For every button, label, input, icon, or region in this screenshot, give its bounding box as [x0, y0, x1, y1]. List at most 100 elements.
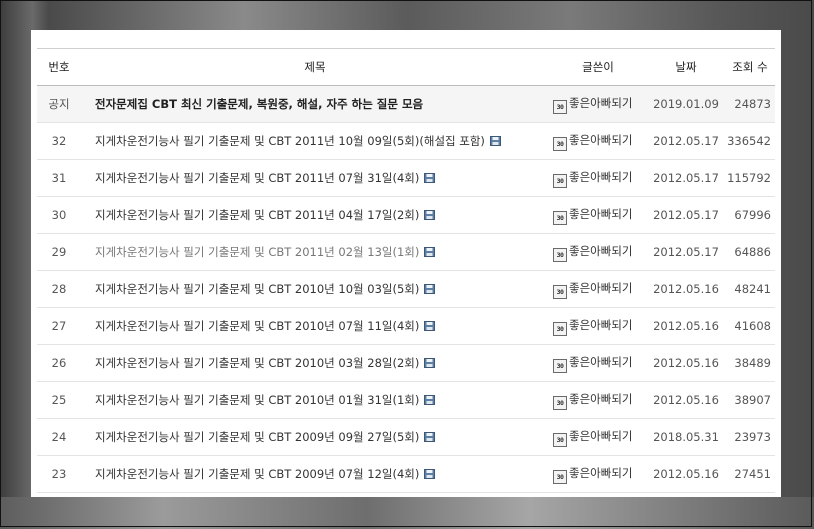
post-views: 25673	[725, 492, 775, 497]
header-date[interactable]: 날짜	[647, 48, 725, 86]
post-author[interactable]: 30좋은아빠되기	[549, 492, 647, 497]
notice-label: 공지	[37, 85, 81, 123]
post-num: 22	[37, 492, 81, 497]
floppy-disk-icon	[424, 432, 436, 442]
post-title-link[interactable]: 지게차운전기능사 필기 기출문제 및 CBT 2010년 07월 11일(4회)	[95, 319, 419, 333]
post-date: 2012.05.16	[647, 270, 725, 308]
notice-title-link[interactable]: 전자문제집 CBT 최신 기출문제, 복원중, 해설, 자주 하는 질문 모음	[95, 97, 423, 111]
post-title[interactable]: 지게차운전기능사 필기 기출문제 및 CBT 2010년 03월 28일(2회)	[81, 344, 549, 382]
table-row[interactable]: 31 지게차운전기능사 필기 기출문제 및 CBT 2011년 07월 31일(4…	[37, 159, 775, 197]
post-num: 30	[37, 196, 81, 234]
author-name[interactable]: 좋은아빠되기	[569, 207, 632, 221]
table-row[interactable]: 23 지게차운전기능사 필기 기출문제 및 CBT 2009년 07월 12일(4…	[37, 455, 775, 493]
post-author[interactable]: 30좋은아빠되기	[549, 307, 647, 345]
post-author[interactable]: 30좋은아빠되기	[549, 159, 647, 197]
post-title[interactable]: 지게차운전기능사 필기 기출문제 및 CBT 2010년 07월 11일(4회)	[81, 307, 549, 345]
table-row[interactable]: 25 지게차운전기능사 필기 기출문제 및 CBT 2010년 01월 31일(1…	[37, 381, 775, 419]
post-date: 2012.05.16	[647, 455, 725, 493]
post-title[interactable]: 지게차운전기능사 필기 기출문제 및 CBT 2011년 02월 13일(1회)	[81, 233, 549, 271]
table-row[interactable]: 28 지게차운전기능사 필기 기출문제 및 CBT 2010년 10월 03일(5…	[37, 270, 775, 308]
table-row[interactable]: 24 지게차운전기능사 필기 기출문제 및 CBT 2009년 09월 27일(5…	[37, 418, 775, 456]
post-author[interactable]: 30좋은아빠되기	[549, 270, 647, 308]
header-author: 글쓴이	[549, 48, 647, 86]
post-title-link[interactable]: 지게차운전기능사 필기 기출문제 및 CBT 2011년 10월 09일(5회)…	[95, 134, 485, 148]
table-row[interactable]: 30 지게차운전기능사 필기 기출문제 및 CBT 2011년 04월 17일(2…	[37, 196, 775, 234]
author-name[interactable]: 좋은아빠되기	[569, 133, 632, 147]
post-author[interactable]: 30좋은아빠되기	[549, 233, 647, 271]
post-title-link[interactable]: 지게차운전기능사 필기 기출문제 및 CBT 2010년 10월 03일(5회)	[95, 282, 419, 296]
header-title: 제목	[81, 48, 549, 86]
floppy-disk-icon	[424, 469, 436, 479]
post-num: 29	[37, 233, 81, 271]
header-views[interactable]: 조회 수	[725, 48, 775, 86]
post-title[interactable]: 지게차운전기능사 필기 기출문제 및 CBT 2009년 09월 27일(5회)	[81, 418, 549, 456]
table-row[interactable]: 29 지게차운전기능사 필기 기출문제 및 CBT 2011년 02월 13일(1…	[37, 233, 775, 271]
post-author[interactable]: 30좋은아빠되기	[549, 455, 647, 493]
level-icon: 30	[553, 321, 567, 336]
post-date: 2012.05.16	[647, 492, 725, 497]
author-name[interactable]: 좋은아빠되기	[569, 429, 632, 443]
post-num: 24	[37, 418, 81, 456]
notice-date: 2019.01.09	[647, 85, 725, 123]
post-num: 27	[37, 307, 81, 345]
level-icon: 30	[553, 99, 567, 114]
table-row[interactable]: 22지게차운전기능사 필기 기출문제 및 CBT 2009년 03월 29일(2…	[37, 492, 775, 497]
notice-row[interactable]: 공지 전자문제집 CBT 최신 기출문제, 복원중, 해설, 자주 하는 질문 …	[37, 85, 775, 123]
author-name[interactable]: 좋은아빠되기	[569, 96, 632, 110]
table-row[interactable]: 32 지게차운전기능사 필기 기출문제 및 CBT 2011년 10월 09일(5…	[37, 122, 775, 160]
post-title[interactable]: 지게차운전기능사 필기 기출문제 및 CBT 2009년 03월 29일(2회)	[81, 492, 549, 497]
post-title[interactable]: 지게차운전기능사 필기 기출문제 및 CBT 2011년 04월 17일(2회)	[81, 196, 549, 234]
post-title-link[interactable]: 지게차운전기능사 필기 기출문제 및 CBT 2010년 03월 28일(2회)	[95, 356, 419, 370]
post-title-link[interactable]: 지게차운전기능사 필기 기출문제 및 CBT 2011년 02월 13일(1회)	[95, 245, 419, 259]
level-icon: 30	[553, 136, 567, 151]
table-row[interactable]: 26 지게차운전기능사 필기 기출문제 및 CBT 2010년 03월 28일(2…	[37, 344, 775, 382]
post-views: 27451	[725, 455, 775, 493]
author-name[interactable]: 좋은아빠되기	[569, 355, 632, 369]
board-body: 공지 전자문제집 CBT 최신 기출문제, 복원중, 해설, 자주 하는 질문 …	[37, 85, 775, 497]
level-icon: 30	[553, 247, 567, 262]
floppy-disk-icon	[424, 173, 436, 183]
post-author[interactable]: 30좋은아빠되기	[549, 122, 647, 160]
floppy-disk-icon	[424, 247, 436, 257]
table-row[interactable]: 27 지게차운전기능사 필기 기출문제 및 CBT 2010년 07월 11일(4…	[37, 307, 775, 345]
author-name[interactable]: 좋은아빠되기	[569, 244, 632, 258]
board-table: 번호 제목 글쓴이 날짜 조회 수 공지 전자문제집 CBT 최신 기출문제, …	[37, 48, 775, 497]
notice-views: 24873	[725, 85, 775, 123]
post-title-link[interactable]: 지게차운전기능사 필기 기출문제 및 CBT 2011년 04월 17일(2회)	[95, 208, 419, 222]
post-author[interactable]: 30좋은아빠되기	[549, 418, 647, 456]
notice-author[interactable]: 30 좋은아빠되기	[549, 85, 647, 123]
author-name[interactable]: 좋은아빠되기	[569, 466, 632, 480]
author-name[interactable]: 좋은아빠되기	[569, 318, 632, 332]
author-name[interactable]: 좋은아빠되기	[569, 392, 632, 406]
post-date: 2018.05.31	[647, 418, 725, 456]
post-title-link[interactable]: 지게차운전기능사 필기 기출문제 및 CBT 2010년 01월 31일(1회)	[95, 393, 419, 407]
notice-title[interactable]: 전자문제집 CBT 최신 기출문제, 복원중, 해설, 자주 하는 질문 모음	[81, 85, 549, 123]
post-num: 23	[37, 455, 81, 493]
post-views: 48241	[725, 270, 775, 308]
post-title[interactable]: 지게차운전기능사 필기 기출문제 및 CBT 2011년 10월 09일(5회)…	[81, 122, 549, 160]
post-title-link[interactable]: 지게차운전기능사 필기 기출문제 및 CBT 2009년 09월 27일(5회)	[95, 430, 419, 444]
floppy-disk-icon	[489, 136, 501, 146]
author-name[interactable]: 좋은아빠되기	[569, 281, 632, 295]
post-title-link[interactable]: 지게차운전기능사 필기 기출문제 및 CBT 2009년 07월 12일(4회)	[95, 467, 419, 481]
floppy-disk-icon	[424, 321, 436, 331]
level-icon: 30	[553, 395, 567, 410]
level-icon: 30	[553, 210, 567, 225]
post-title[interactable]: 지게차운전기능사 필기 기출문제 및 CBT 2011년 07월 31일(4회)	[81, 159, 549, 197]
post-title[interactable]: 지게차운전기능사 필기 기출문제 및 CBT 2009년 07월 12일(4회)	[81, 455, 549, 493]
post-title[interactable]: 지게차운전기능사 필기 기출문제 및 CBT 2010년 10월 03일(5회)	[81, 270, 549, 308]
post-date: 2012.05.17	[647, 196, 725, 234]
post-title[interactable]: 지게차운전기능사 필기 기출문제 및 CBT 2010년 01월 31일(1회)	[81, 381, 549, 419]
post-views: 38907	[725, 381, 775, 419]
post-date: 2012.05.16	[647, 307, 725, 345]
post-num: 26	[37, 344, 81, 382]
post-date: 2012.05.17	[647, 122, 725, 160]
post-views: 41608	[725, 307, 775, 345]
post-author[interactable]: 30좋은아빠되기	[549, 381, 647, 419]
post-num: 31	[37, 159, 81, 197]
background-photo	[0, 497, 814, 529]
post-author[interactable]: 30좋은아빠되기	[549, 344, 647, 382]
post-author[interactable]: 30좋은아빠되기	[549, 196, 647, 234]
author-name[interactable]: 좋은아빠되기	[569, 170, 632, 184]
post-title-link[interactable]: 지게차운전기능사 필기 기출문제 및 CBT 2011년 07월 31일(4회)	[95, 171, 419, 185]
